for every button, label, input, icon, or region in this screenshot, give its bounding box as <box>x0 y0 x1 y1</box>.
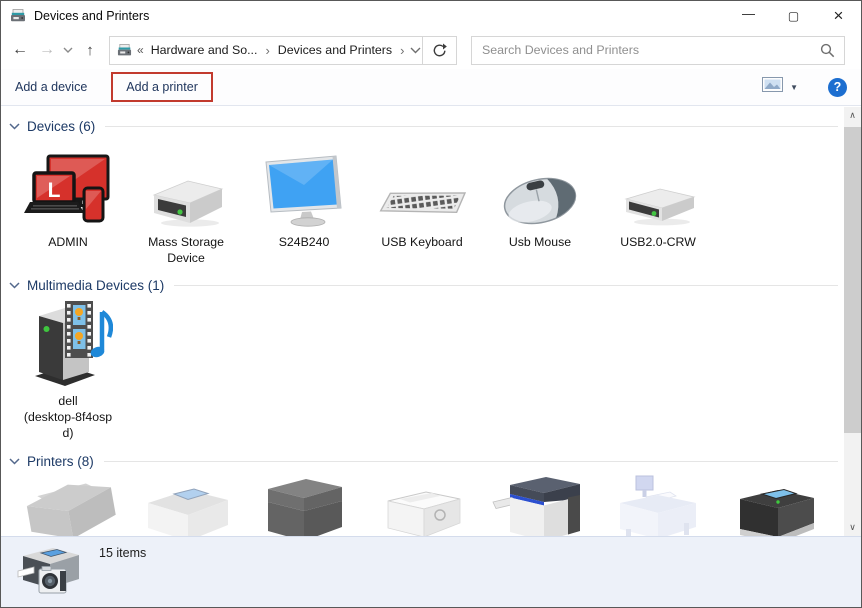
scrollbar-thumb[interactable] <box>844 127 861 433</box>
close-button[interactable]: × <box>816 1 861 31</box>
device-label: Mass Storage Device <box>130 235 242 266</box>
device-tile-mass-storage[interactable]: Mass Storage Device <box>127 139 245 266</box>
printer-tile[interactable] <box>9 475 127 536</box>
breadcrumb-item-hardware-and-sound[interactable]: Hardware and So... <box>149 43 260 57</box>
printer-app-icon <box>10 8 26 24</box>
chevron-down-icon <box>9 282 20 289</box>
device-label: S24B240 <box>279 235 330 251</box>
printer-tile[interactable] <box>717 475 835 536</box>
section-header-devices[interactable]: Devices (6) <box>9 115 838 137</box>
section-label-printers: Printers (8) <box>27 454 94 469</box>
media-tower-icon <box>23 298 113 390</box>
device-tile-card-reader[interactable]: USB2.0-CRW <box>599 139 717 266</box>
breadcrumb-separator[interactable]: › <box>259 43 275 58</box>
forward-button[interactable]: → <box>35 35 59 65</box>
history-dropdown-icon[interactable] <box>59 35 77 65</box>
content-area: Devices (6) L <box>1 107 861 536</box>
printer-tile[interactable] <box>363 475 481 536</box>
device-tile-monitor[interactable]: S24B240 <box>245 139 363 266</box>
items-count-label: 15 items <box>99 546 146 560</box>
device-label: USB2.0-CRW <box>620 235 696 251</box>
printer-icon-dark-screen <box>724 475 828 536</box>
address-location-icon <box>117 43 132 58</box>
section-divider <box>174 285 838 286</box>
search-input[interactable] <box>472 43 820 57</box>
add-device-button[interactable]: Add a device <box>15 80 87 94</box>
device-label: dell (desktop-8f4osp d) <box>24 394 112 441</box>
title-bar: Devices and Printers — ▢ × <box>1 1 861 31</box>
printer-tile[interactable] <box>127 475 245 536</box>
breadcrumb-overflow-chevrons[interactable]: « <box>137 43 144 57</box>
svg-text:L: L <box>48 179 61 202</box>
command-toolbar: Add a device Add a printer ▼ ? <box>1 69 861 106</box>
scroll-up-icon[interactable]: ∧ <box>844 107 861 124</box>
devices-and-printers-window: Devices and Printers — ▢ × ← → ↑ « Hardw… <box>0 0 862 608</box>
back-button[interactable]: ← <box>5 35 35 65</box>
printer-icon-laser-screen-faded <box>134 475 238 536</box>
printer-icon-copier <box>488 475 592 536</box>
help-button[interactable]: ? <box>828 78 847 97</box>
computer-admin-icon: L <box>24 139 112 231</box>
section-divider <box>104 461 838 462</box>
keyboard-icon <box>376 139 468 231</box>
status-bar: 15 items <box>1 536 861 607</box>
chevron-down-icon <box>9 458 20 465</box>
printer-icon-virtual-faded <box>606 475 710 536</box>
section-label-multimedia: Multimedia Devices (1) <box>27 278 164 293</box>
refresh-button[interactable] <box>423 36 457 65</box>
printer-icon-inkjet-faded <box>16 475 120 536</box>
card-reader-drive-icon <box>614 139 702 231</box>
add-printer-highlight-box: Add a printer <box>111 72 213 102</box>
add-printer-button[interactable]: Add a printer <box>126 80 198 94</box>
thumbnail-view-icon <box>762 77 783 97</box>
printer-camera-icon <box>17 541 85 608</box>
section-header-multimedia[interactable]: Multimedia Devices (1) <box>9 274 838 296</box>
search-icon[interactable] <box>820 43 835 58</box>
address-bar[interactable]: « Hardware and So... › Devices and Print… <box>109 36 423 65</box>
minimize-button[interactable]: — <box>726 1 771 31</box>
printer-icon-dark-mfp <box>252 475 356 536</box>
section-divider <box>105 126 838 127</box>
multimedia-row: dell (desktop-8f4osp d) <box>9 298 844 441</box>
breadcrumb-separator[interactable]: › <box>394 43 410 58</box>
chevron-down-icon <box>9 123 20 130</box>
devices-row: L ADMIN <box>9 139 844 266</box>
printer-icon-white-laser <box>370 475 474 536</box>
printers-row <box>9 475 844 536</box>
device-tile-keyboard[interactable]: USB Keyboard <box>363 139 481 266</box>
navigation-bar: ← → ↑ « Hardware and So... › Devices and… <box>1 31 861 69</box>
device-label: USB Keyboard <box>381 235 462 251</box>
section-label-devices: Devices (6) <box>27 119 95 134</box>
device-label: Usb Mouse <box>509 235 571 251</box>
search-box[interactable] <box>471 36 845 65</box>
device-label: ADMIN <box>48 235 88 251</box>
printer-tile[interactable] <box>481 475 599 536</box>
breadcrumb-item-devices-and-printers[interactable]: Devices and Printers <box>276 43 394 57</box>
window-title: Devices and Printers <box>34 9 726 23</box>
maximize-button[interactable]: ▢ <box>771 1 816 31</box>
device-tile-admin[interactable]: L ADMIN <box>9 139 127 266</box>
view-options-caret-icon: ▼ <box>790 83 798 92</box>
view-options-button[interactable]: ▼ <box>756 73 804 101</box>
up-button[interactable]: ↑ <box>77 35 103 65</box>
printer-tile[interactable] <box>245 475 363 536</box>
device-tile-dell-media[interactable]: dell (desktop-8f4osp d) <box>9 298 127 441</box>
mass-storage-drive-icon <box>142 139 230 231</box>
mouse-icon <box>494 139 586 231</box>
vertical-scrollbar[interactable]: ∧ ∨ <box>844 107 861 536</box>
printer-tile[interactable] <box>599 475 717 536</box>
monitor-icon <box>258 139 350 231</box>
device-tile-mouse[interactable]: Usb Mouse <box>481 139 599 266</box>
scroll-down-icon[interactable]: ∨ <box>844 519 861 536</box>
section-header-printers[interactable]: Printers (8) <box>9 451 838 473</box>
